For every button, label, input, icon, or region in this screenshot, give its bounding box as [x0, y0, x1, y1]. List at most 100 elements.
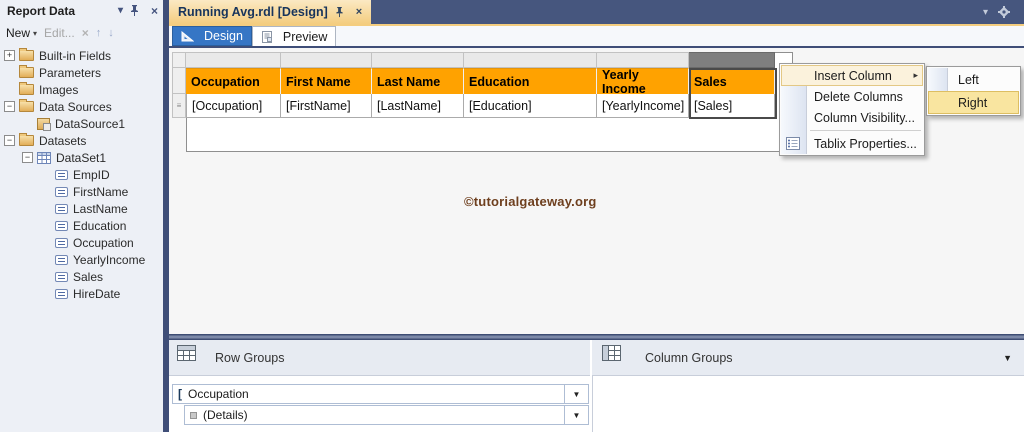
submenu-item-label: Right — [958, 95, 988, 110]
delete-icon[interactable]: × — [82, 26, 89, 40]
tree-item-parameters[interactable]: Parameters — [0, 64, 163, 81]
tree-item-built-in-fields[interactable]: + Built-in Fields — [0, 47, 163, 64]
menu-item-delete-columns[interactable]: Delete Columns — [781, 86, 923, 107]
tree-item-field-hiredate[interactable]: HireDate — [0, 285, 163, 302]
tab-design-label: Design — [204, 29, 243, 43]
dataset-table-icon — [37, 151, 51, 164]
header-cell-education[interactable]: Education — [464, 68, 597, 94]
tablix-corner-handle[interactable] — [172, 52, 186, 68]
move-down-icon[interactable]: ↓ — [108, 27, 114, 39]
expander-icon[interactable]: + — [4, 50, 15, 61]
data-cell-firstname[interactable]: [FirstName] — [281, 94, 372, 118]
column-handle-sales-selected[interactable] — [689, 52, 775, 68]
header-cell-sales[interactable]: Sales — [689, 68, 775, 94]
data-cell-yearlyincome[interactable]: [YearlyIncome] — [597, 94, 689, 118]
data-cell-education[interactable]: [Education] — [464, 94, 597, 118]
tab-preview[interactable]: Preview — [251, 26, 337, 46]
document-tab[interactable]: Running Avg.rdl [Design] × — [169, 0, 372, 24]
view-mode-bar: Design Preview — [169, 26, 1024, 48]
tree-item-data-sources[interactable]: − Data Sources — [0, 98, 163, 115]
data-cell-lastname[interactable]: [LastName] — [372, 94, 464, 118]
folder-icon — [19, 48, 34, 61]
row-group-details[interactable]: (Details) ▼ — [184, 405, 589, 425]
details-group-icon — [190, 411, 197, 419]
row-groups-label: Row Groups — [215, 351, 285, 365]
row-group-label: Occupation — [188, 387, 249, 401]
row-group-dropdown-button[interactable]: ▼ — [564, 406, 588, 424]
header-cell-yearlyincome[interactable]: Yearly Income — [597, 68, 689, 96]
menu-item-tablix-properties[interactable]: Tablix Properties... — [781, 133, 923, 154]
document-tabstrip: Running Avg.rdl [Design] × ▾ — [169, 0, 1024, 24]
column-handle-firstname[interactable] — [281, 52, 372, 68]
data-cell-occupation[interactable]: [Occupation] — [186, 94, 281, 118]
close-icon[interactable]: × — [151, 5, 158, 17]
move-up-icon[interactable]: ↑ — [96, 27, 102, 39]
tree-item-field-firstname[interactable]: FirstName — [0, 183, 163, 200]
grouping-body: [ Occupation ▼ (Details) ▼ — [169, 376, 1024, 432]
report-data-panel-titlebar: Report Data ▾ × — [0, 0, 163, 22]
row-handle-header[interactable] — [172, 68, 186, 94]
folder-icon — [19, 65, 34, 78]
edit-button[interactable]: Edit... — [44, 26, 75, 40]
tree-item-field-yearlyincome[interactable]: YearlyIncome — [0, 251, 163, 268]
column-handle-lastname[interactable] — [372, 52, 464, 68]
tablix-column-handles — [172, 52, 775, 68]
field-icon — [55, 220, 68, 231]
tree-item-label: HireDate — [73, 286, 121, 301]
tab-close-icon[interactable]: × — [356, 6, 362, 18]
header-cell-occupation[interactable]: Occupation — [186, 68, 281, 94]
pin-icon[interactable] — [130, 5, 139, 17]
expander-icon[interactable]: − — [4, 135, 15, 146]
tree-item-field-lastname[interactable]: LastName — [0, 200, 163, 217]
tree-item-field-empid[interactable]: EmpID — [0, 166, 163, 183]
tree-item-datasets[interactable]: − Datasets — [0, 132, 163, 149]
menu-item-column-visibility[interactable]: Column Visibility... — [781, 107, 923, 128]
new-dropdown-caret-icon[interactable]: ▾ — [33, 29, 37, 38]
window-position-chevron-icon[interactable]: ▾ — [118, 6, 123, 16]
column-groups-menu-caret-icon[interactable]: ▼ — [1003, 353, 1012, 363]
tab-pin-icon[interactable] — [335, 6, 344, 18]
column-groups-grid-icon — [602, 345, 621, 361]
new-button[interactable]: New — [6, 26, 30, 40]
menu-item-label: Tablix Properties... — [814, 136, 917, 151]
static-group-bracket-icon: [ — [178, 387, 182, 401]
tree-item-field-occupation[interactable]: Occupation — [0, 234, 163, 251]
data-cell-sales[interactable]: [Sales] — [689, 94, 775, 118]
header-cell-firstname[interactable]: First Name — [281, 68, 372, 94]
tab-design[interactable]: Design — [172, 26, 252, 46]
column-handle-yearlyincome[interactable] — [597, 52, 689, 68]
column-handle-occupation[interactable] — [186, 52, 281, 68]
field-icon — [55, 237, 68, 248]
grouping-pane: Row Groups Column Groups ▼ [ Occupation … — [169, 340, 1024, 432]
row-group-dropdown-button[interactable]: ▼ — [564, 385, 588, 403]
folder-icon — [19, 133, 34, 146]
tree-item-datasource1[interactable]: DataSource1 — [0, 115, 163, 132]
tree-item-dataset1[interactable]: − DataSet1 — [0, 149, 163, 166]
field-icon — [55, 271, 68, 282]
report-data-panel: Report Data ▾ × New ▾ Edit... × ↑ ↓ + Bu… — [0, 0, 163, 432]
expander-icon[interactable]: − — [4, 101, 15, 112]
menu-item-label: Column Visibility... — [814, 110, 915, 125]
tree-item-images[interactable]: Images — [0, 81, 163, 98]
tab-list-chevron-icon[interactable]: ▾ — [983, 7, 988, 18]
submenu-item-left[interactable]: Left — [928, 68, 1019, 91]
tree-item-field-education[interactable]: Education — [0, 217, 163, 234]
tree-item-label: Occupation — [73, 235, 134, 250]
column-handle-education[interactable] — [464, 52, 597, 68]
submenu-arrow-icon: ▸ — [913, 70, 918, 80]
row-group-occupation[interactable]: [ Occupation ▼ — [172, 384, 589, 404]
tree-item-label: EmpID — [73, 167, 110, 182]
submenu-item-right[interactable]: Right — [928, 91, 1019, 114]
field-icon — [55, 288, 68, 299]
column-groups-label: Column Groups — [645, 351, 733, 365]
gear-icon[interactable] — [998, 6, 1010, 18]
tree-item-label: Parameters — [39, 65, 102, 80]
field-icon — [55, 254, 68, 265]
grouping-headers: Row Groups Column Groups ▼ — [169, 340, 1024, 376]
menu-item-insert-column[interactable]: Insert Column ▸ — [781, 65, 923, 86]
tree-item-field-sales[interactable]: Sales — [0, 268, 163, 285]
expander-icon[interactable]: − — [22, 152, 33, 163]
header-cell-lastname[interactable]: Last Name — [372, 68, 464, 94]
row-handle-details[interactable]: ≡ — [172, 94, 186, 118]
tablix-data-row: ≡ [Occupation] [FirstName] [LastName] [E… — [172, 94, 775, 118]
